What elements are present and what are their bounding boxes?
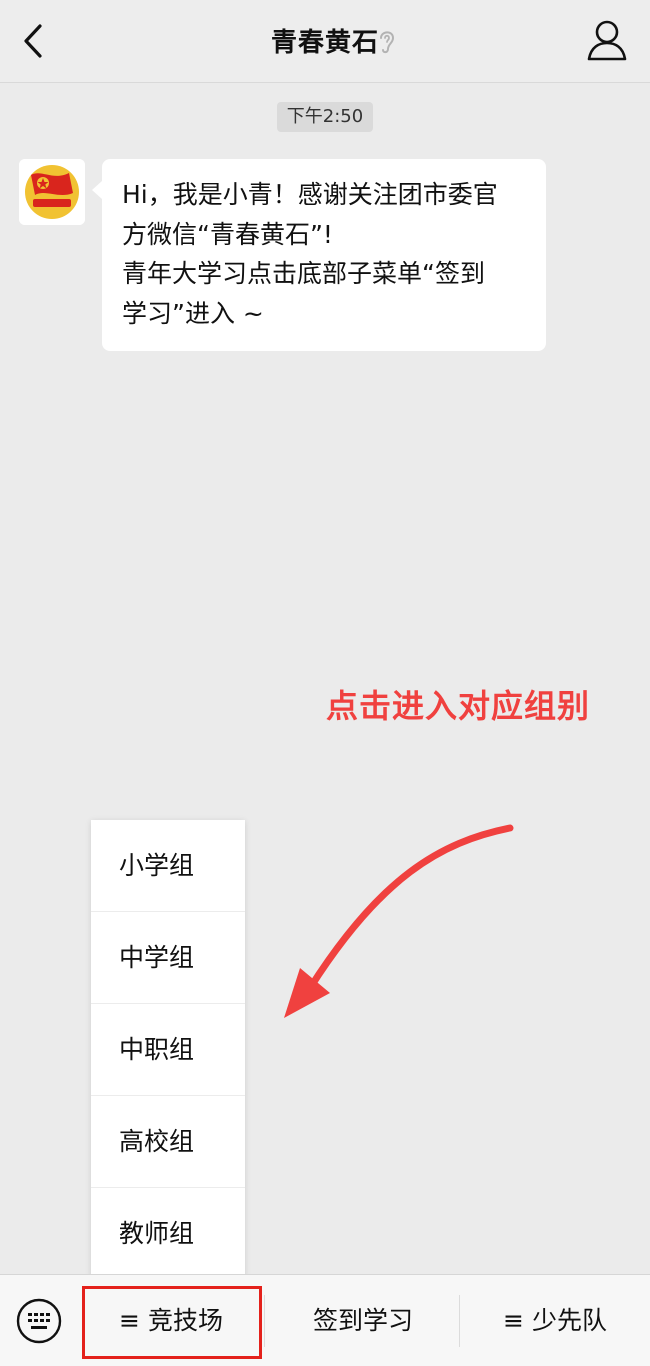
chat-area[interactable]: 下午2:50 Hi，我是小青！感谢关注团市委官 方微信“青春黄石”! 青年大学习… (0, 83, 650, 1279)
person-icon[interactable] (586, 18, 628, 62)
menu-tab-young-pioneers[interactable]: ≡ 少先队 (460, 1275, 650, 1366)
chat-title: 青春黄石 (270, 28, 379, 58)
annotation-arrow (284, 824, 514, 1018)
message-line: Hi，我是小青！感谢关注团市委官 (122, 180, 498, 209)
youth-league-logo (19, 159, 85, 225)
highlight-box (82, 1286, 262, 1359)
submenu-popup: 小学组 中学组 中职组 高校组 教师组 (91, 820, 245, 1279)
ear-icon (380, 31, 395, 54)
official-account-avatar[interactable] (19, 159, 85, 225)
message-line: 学习”进入 ~ (122, 298, 264, 328)
menu-tab-checkin-study[interactable]: 签到学习 (267, 1275, 459, 1366)
message-timestamp: 下午2:50 (277, 102, 373, 132)
message-line: 青年大学习点击底部子菜单“签到 (122, 259, 485, 288)
keyboard-icon[interactable] (16, 1298, 62, 1344)
message-line: 方微信“青春黄石”! (122, 219, 333, 249)
message-bubble[interactable]: Hi，我是小青！感谢关注团市委官 方微信“青春黄石”! 青年大学习点击底部子菜单… (92, 159, 546, 351)
submenu-item-vocational[interactable]: 中职组 (91, 1004, 245, 1096)
top-nav-bar: 青春黄石 (0, 0, 650, 83)
submenu-item-middle-school[interactable]: 中学组 (91, 912, 245, 1004)
submenu-item-primary-school[interactable]: 小学组 (91, 820, 245, 912)
submenu-item-teacher[interactable]: 教师组 (91, 1188, 245, 1279)
annotation-text: 点击进入对应组别 (326, 687, 591, 725)
menu-divider (264, 1295, 265, 1347)
bottom-menu-bar: ≡ 竞技场 签到学习 ≡ 少先队 (0, 1274, 650, 1366)
submenu-item-college[interactable]: 高校组 (91, 1096, 245, 1188)
